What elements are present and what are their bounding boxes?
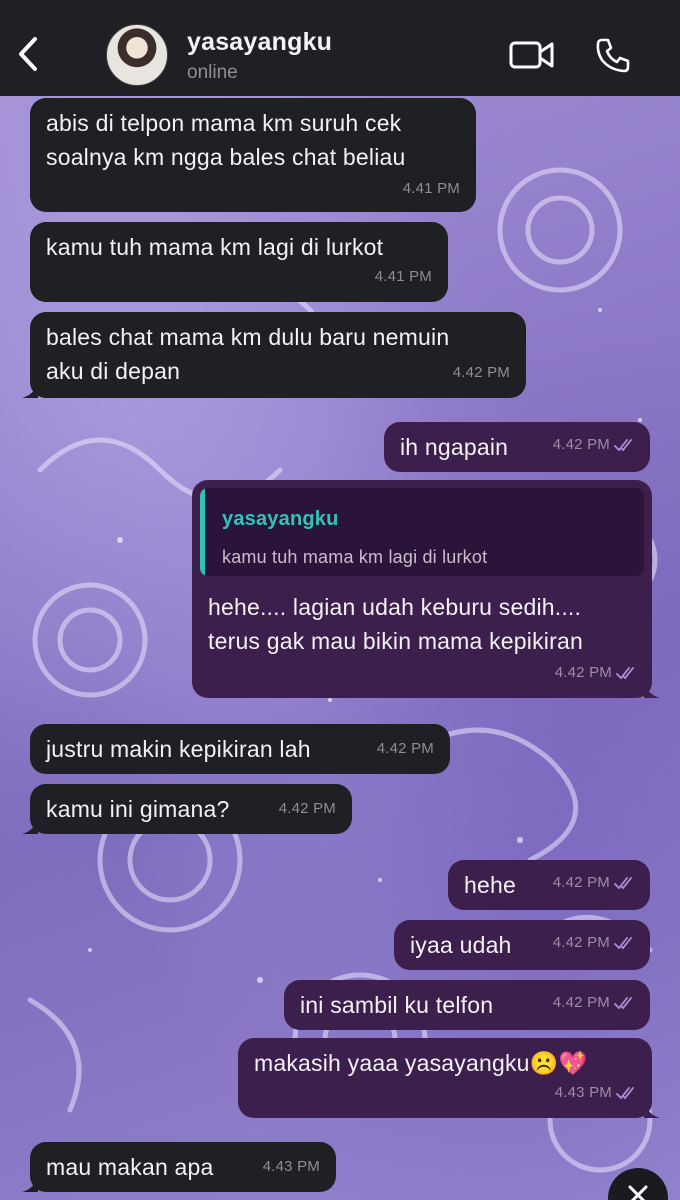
message-time: 4.42 PM [452, 364, 510, 381]
message-list[interactable]: abis di telpon mama km suruh cek soalnya… [0, 0, 680, 1200]
time-label: 4.42 PM [552, 436, 610, 453]
outgoing-message[interactable]: iyaa udah 4.42 PM [394, 920, 650, 970]
chevron-left-icon [19, 37, 37, 71]
time-label: 4.42 PM [554, 664, 612, 681]
double-check-icon [614, 937, 632, 950]
incoming-message[interactable]: kamu ini gimana? 4.42 PM [22, 784, 352, 834]
quote-accent-bar [200, 488, 205, 576]
double-check-icon [614, 439, 632, 452]
back-button[interactable] [10, 32, 46, 76]
outgoing-message[interactable]: ih ngapain 4.42 PM [384, 422, 650, 472]
phone-icon [596, 38, 630, 73]
double-check-icon [616, 1087, 634, 1100]
incoming-message[interactable]: bales chat mama km dulu baru nemuin aku … [22, 312, 526, 398]
contact-name[interactable]: yasayangku [187, 28, 332, 57]
bubble-tail [22, 380, 38, 398]
message-time: 4.41 PM [402, 180, 460, 197]
bubble-tail [22, 1174, 38, 1192]
message-text: abis di telpon mama km suruh cek [46, 110, 402, 136]
double-check-icon [616, 667, 634, 680]
message-time: 4.42 PM [278, 800, 336, 817]
message-text: terus gak mau bikin mama kepikiran [208, 628, 583, 654]
incoming-message[interactable]: abis di telpon mama km suruh cek soalnya… [30, 98, 476, 212]
message-text: aku di depan [46, 358, 181, 384]
video-call-button[interactable] [508, 38, 556, 72]
message-time: 4.41 PM [374, 268, 432, 285]
outgoing-message[interactable]: makasih yaaa yasayangku☹️💖 4.43 PM [238, 1038, 660, 1118]
message-time: 4.43 PM [262, 1158, 320, 1175]
outgoing-message[interactable]: hehe 4.42 PM [448, 860, 650, 910]
quote-text: kamu tuh mama km lagi di lurkot [222, 547, 488, 567]
message-text: kamu tuh mama km lagi di lurkot [46, 234, 384, 260]
quote-author: yasayangku [222, 508, 339, 530]
voice-call-button[interactable] [594, 36, 632, 74]
contact-avatar[interactable] [106, 24, 168, 86]
message-time: 4.43 PM [555, 1076, 638, 1110]
message-time: 4.42 PM [553, 986, 636, 1020]
incoming-message[interactable]: mau makan apa 4.43 PM [22, 1142, 336, 1192]
message-text: soalnya km ngga bales chat beliau [46, 144, 406, 170]
close-icon [628, 1185, 648, 1200]
incoming-message[interactable]: justru makin kepikiran lah 4.42 PM [30, 724, 450, 774]
bubble-tail [22, 816, 38, 834]
incoming-message[interactable]: kamu tuh mama km lagi di lurkot 4.41 PM [30, 222, 448, 302]
message-text: bales chat mama km dulu baru nemuin [46, 324, 450, 350]
time-label: 4.42 PM [552, 934, 610, 951]
bubble-tail [644, 1100, 660, 1118]
bubble-tail [644, 680, 660, 698]
video-camera-icon [509, 41, 554, 69]
reply-quote[interactable]: yasayangku kamu tuh mama km lagi di lurk… [200, 488, 644, 576]
time-label: 4.43 PM [554, 1084, 612, 1101]
message-text: makasih yaaa yasayangku☹️💖 [254, 1050, 588, 1076]
chat-header: yasayangku online [0, 0, 680, 96]
message-time: 4.42 PM [553, 428, 636, 462]
message-time: 4.42 PM [553, 866, 636, 900]
outgoing-reply-message[interactable]: yasayangku kamu tuh mama km lagi di lurk… [192, 480, 660, 698]
contact-status: online [187, 62, 238, 83]
double-check-icon [614, 997, 632, 1010]
message-time: 4.42 PM [555, 656, 638, 690]
message-text: hehe.... lagian udah keburu sedih.... [208, 594, 582, 620]
message-time: 4.42 PM [376, 740, 434, 757]
time-label: 4.42 PM [552, 874, 610, 891]
time-label: 4.42 PM [552, 994, 610, 1011]
message-time: 4.42 PM [553, 926, 636, 960]
outgoing-message[interactable]: ini sambil ku telfon 4.42 PM [284, 980, 650, 1030]
double-check-icon [614, 877, 632, 890]
